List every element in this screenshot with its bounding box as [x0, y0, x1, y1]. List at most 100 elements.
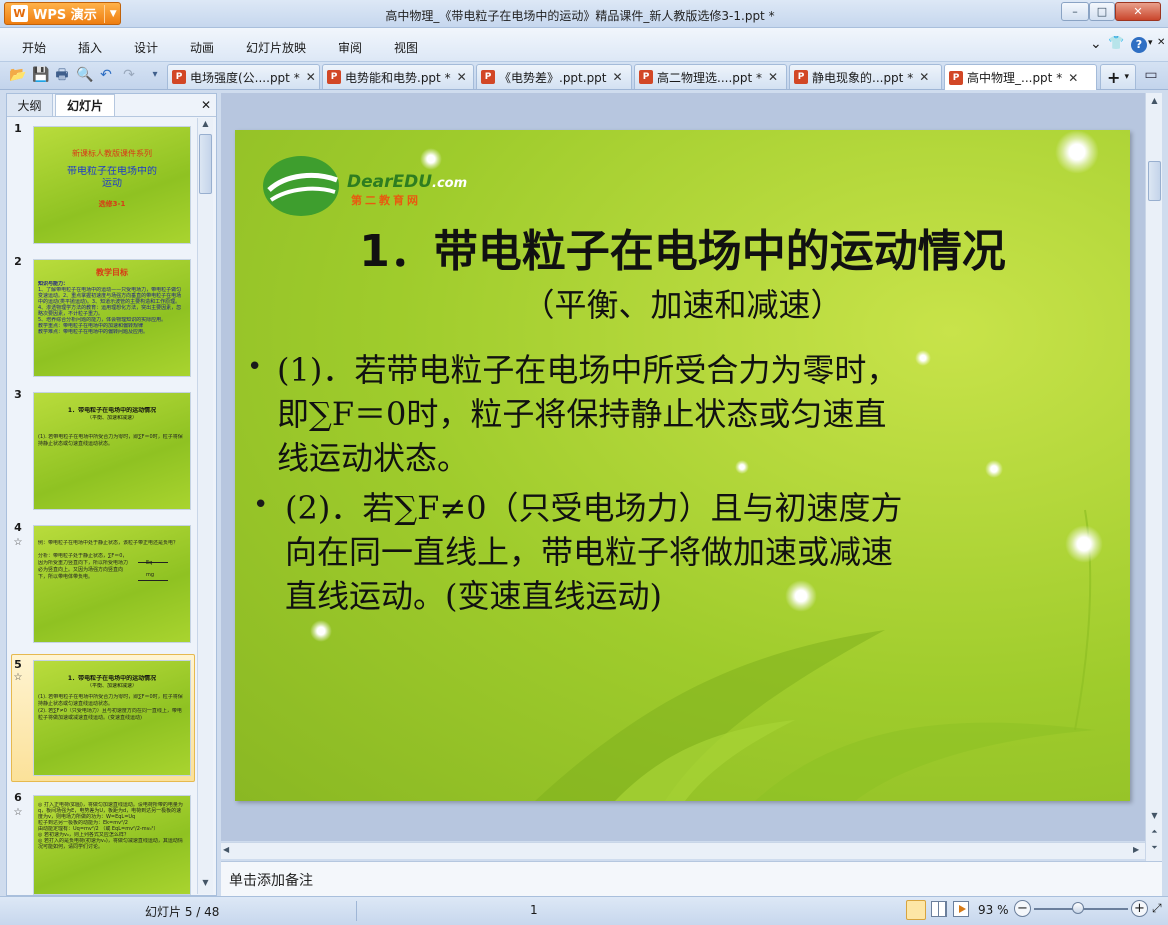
zoom-in-icon[interactable]: +: [1131, 900, 1148, 917]
slide-thumbnail[interactable]: 4 ☆ 例：带电粒子在电场中处于静止状态，该粒子带正电还是负电？ 分析：带电粒子…: [11, 521, 195, 643]
doc-tab[interactable]: P 高二物理选....ppt * ✕: [634, 64, 787, 89]
tab-slides[interactable]: 幻灯片: [55, 94, 115, 116]
panel-scrollbar[interactable]: ▲ ▼: [197, 118, 213, 894]
close-tab-icon[interactable]: ✕: [613, 70, 623, 84]
doc-tab[interactable]: P 《电势差》.ppt.ppt ✕: [476, 64, 632, 89]
slide-thumbnail[interactable]: 3 1．带电粒子在电场中的运动情况 （平衡、加速和减速） (1). 若带电粒子在…: [11, 388, 195, 510]
zoom-slider-thumb[interactable]: [1071, 902, 1084, 914]
scroll-right-icon[interactable]: ▶: [1133, 845, 1139, 854]
scroll-up-icon[interactable]: ▲: [1148, 96, 1161, 109]
print-preview-icon[interactable]: 🔍: [76, 67, 93, 83]
document-tab-bar: 📂 💾 🖶 🔍 ↶ ↷ ▾ P 电场强度(公....ppt * ✕ P 电势能和…: [0, 61, 1168, 90]
slide-sorter-icon[interactable]: [931, 901, 947, 917]
help-icon[interactable]: ?: [1131, 37, 1147, 53]
slide-number: 5: [14, 658, 22, 671]
minimize-button[interactable]: –: [1061, 2, 1089, 21]
scroll-thumb[interactable]: [1148, 161, 1161, 201]
notes-field[interactable]: 单击添加备注: [221, 861, 1162, 896]
doc-tab[interactable]: P 电势能和电势.ppt * ✕: [322, 64, 474, 89]
redo-icon[interactable]: ↷: [121, 67, 137, 83]
thumb-text: 例：带电粒子在电场中处于静止状态，该粒子带正电还是负电？: [38, 540, 179, 546]
close-tab-icon[interactable]: ✕: [768, 70, 778, 84]
bullet-dot: •: [247, 352, 263, 382]
slide-thumbnail[interactable]: 2 教学目标 知识与能力： 1、了解带电粒子在电场中的运动——只受电场力，带电粒…: [11, 255, 195, 377]
menu-insert[interactable]: 插入: [78, 39, 102, 56]
menu-slideshow[interactable]: 幻灯片放映: [246, 39, 306, 56]
doc-tab-label: 高中物理_...ppt *: [967, 71, 1063, 85]
slide-number: 2: [14, 255, 22, 268]
slide-subtitle[interactable]: （平衡、加速和减速）: [235, 280, 1130, 326]
close-tab-icon[interactable]: ✕: [457, 70, 467, 84]
close-tab-icon[interactable]: ✕: [306, 70, 316, 84]
menu-home[interactable]: 开始: [22, 39, 46, 56]
menu-design[interactable]: 设计: [134, 39, 158, 56]
doc-tab-active[interactable]: P 高中物理_...ppt * ✕: [944, 64, 1097, 90]
scroll-left-icon[interactable]: ◀: [223, 845, 229, 854]
close-panel-icon[interactable]: ✕: [197, 94, 215, 116]
scroll-thumb[interactable]: [199, 134, 212, 194]
slideshow-view-icon[interactable]: [953, 901, 969, 917]
skin-icon[interactable]: 👕: [1108, 36, 1124, 51]
normal-view-icon[interactable]: [906, 900, 926, 920]
scroll-up-icon[interactable]: ▲: [199, 119, 212, 132]
bullet-line: 线运动状态。: [277, 439, 470, 477]
thumb-text: mg: [146, 572, 155, 578]
previous-slide-icon[interactable]: ⏶: [1148, 827, 1161, 840]
slide-thumbnail-selected[interactable]: 5 ☆ 1．带电粒子在电场中的运动情况 （平衡、加速和减速） (1). 若带电粒…: [11, 654, 195, 782]
close-tab-icon[interactable]: ✕: [919, 70, 929, 84]
ppt-file-icon: P: [949, 70, 963, 85]
thumb-text: Eq: [146, 560, 153, 566]
maximize-button[interactable]: □: [1089, 2, 1115, 21]
close-doc-icon[interactable]: ✕: [1157, 37, 1165, 48]
doc-tab-label: 高二物理选....ppt *: [657, 70, 763, 85]
save-icon[interactable]: 💾: [32, 67, 49, 83]
close-window-button[interactable]: ✕: [1115, 2, 1161, 21]
help-dropdown-icon[interactable]: ▾: [1148, 38, 1153, 48]
bullet-line: 直线运动。(变速直线运动): [285, 577, 662, 615]
slide-canvas[interactable]: DearEDU.com 第二教育网 1．带电粒子在电场中的运动情况 （平衡、加速…: [235, 130, 1130, 801]
thumb-text: ◎ 若打入的是负电荷(初速为v₀)，将做匀减速直线运动，其运动情况可能如何，请同…: [38, 838, 183, 850]
thumb-text: （平衡、加速和减速）: [86, 415, 137, 421]
ppt-file-icon: P: [794, 70, 808, 84]
sparkle: [420, 148, 442, 170]
doc-tab[interactable]: P 静电现象的...ppt * ✕: [789, 64, 942, 89]
tab-outline[interactable]: 大纲: [7, 94, 53, 116]
restore-window-icon[interactable]: ▭: [1143, 67, 1159, 83]
zoom-out-icon[interactable]: −: [1014, 900, 1031, 917]
thumb-text: (2). 若∑F≠0（只受电场力）且与初速度方向在同一直线上，带电粒子将做加速或…: [38, 708, 182, 721]
logo-text: DearEDU.com: [347, 172, 467, 192]
slide-thumbnail-image: 教学目标 知识与能力： 1、了解带电粒子在电场中的运动——只受电场力，带电粒子做…: [33, 259, 191, 377]
menu-review[interactable]: 审阅: [338, 39, 362, 56]
title-bar: W WPS 演示 ▼ 高中物理_《带电粒子在电场中的运动》精品课件_新人教版选修…: [0, 0, 1168, 28]
undo-icon[interactable]: ↶: [98, 67, 114, 83]
slide-thumbnail[interactable]: 6 ☆ ◎ 打入正电荷(如图)，将做匀加速直线运动。设电荷所带的电量为q，板间场…: [11, 791, 195, 895]
fit-window-icon[interactable]: ⤢: [1152, 901, 1162, 916]
slide-vertical-scrollbar[interactable]: ▲ ▼ ⏶ ⏷: [1145, 93, 1162, 861]
new-tab-button[interactable]: + ▾: [1100, 64, 1136, 89]
slide-thumbnail[interactable]: 1 新课标人教版课件系列 带电粒子在电场中的 运动 选修3-1: [11, 122, 195, 244]
doc-tab[interactable]: P 电场强度(公....ppt * ✕: [167, 64, 320, 89]
menu-animation[interactable]: 动画: [190, 39, 214, 56]
slide-title[interactable]: 1．带电粒子在电场中的运动情况: [235, 215, 1130, 279]
app-name: WPS 演示: [33, 8, 97, 23]
collapse-ribbon-icon[interactable]: ⌄: [1090, 36, 1102, 52]
logo-cn: 第二教育网: [351, 194, 421, 207]
bullet-line: 向在同一直线上，带电粒子将做加速或减速: [285, 533, 894, 571]
bullet-item[interactable]: • (1)．若带电粒子在电场中所受合力为零时， 即∑F＝0时，粒子将保持静止状态…: [247, 348, 1107, 480]
zoom-level[interactable]: 93 %: [978, 903, 1009, 917]
app-menu-button[interactable]: W WPS 演示 ▼: [4, 2, 121, 25]
thumb-text: 1．带电粒子在电场中的运动情况: [67, 675, 157, 682]
thumb-text: 带电粒子在电场中的: [67, 166, 157, 177]
scroll-down-icon[interactable]: ▼: [1148, 811, 1161, 824]
slide-number: 4: [14, 521, 22, 534]
next-slide-icon[interactable]: ⏷: [1148, 843, 1161, 856]
bullet-item[interactable]: • (2)．若∑F≠0（只受电场力）且与初速度方 向在同一直线上，带电粒子将做加…: [253, 486, 1113, 618]
print-icon[interactable]: 🖶: [54, 67, 70, 83]
open-file-icon[interactable]: 📂: [9, 67, 26, 83]
quick-access-dropdown-icon[interactable]: ▾: [147, 67, 163, 83]
ppt-file-icon: P: [639, 70, 653, 84]
slide-horizontal-scrollbar[interactable]: ◀ ▶: [221, 842, 1145, 859]
menu-view[interactable]: 视图: [394, 39, 418, 56]
close-tab-icon[interactable]: ✕: [1068, 71, 1078, 85]
scroll-down-icon[interactable]: ▼: [199, 878, 212, 891]
